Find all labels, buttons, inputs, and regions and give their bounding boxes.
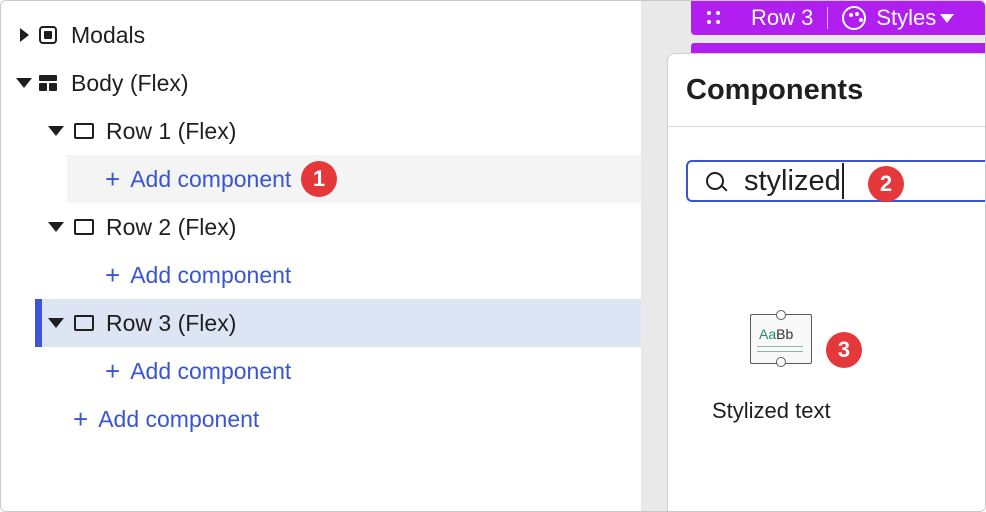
caret-down-icon[interactable] — [48, 318, 64, 328]
modal-icon — [39, 26, 57, 44]
add-component-row-1[interactable]: + Add component — [67, 155, 641, 203]
plus-icon: + — [105, 164, 121, 194]
add-component-label: Add component — [130, 261, 292, 288]
component-tree: Modals Body (Flex) Row 1 (Flex) + Add co… — [1, 1, 641, 511]
text-line — [757, 351, 803, 352]
app-window: Modals Body (Flex) Row 1 (Flex) + Add co… — [0, 0, 986, 512]
tile-icon-text: AaBb — [759, 326, 794, 342]
caret-down-icon[interactable] — [48, 222, 64, 232]
selection-indicator — [35, 299, 42, 347]
plus-icon: + — [73, 404, 89, 434]
search-icon — [706, 172, 724, 190]
add-component-row-3[interactable]: + Add component — [1, 347, 641, 395]
add-component-link[interactable]: + Add component — [73, 406, 259, 433]
selected-row-outline — [691, 43, 985, 53]
tree-item-label: Modals — [71, 21, 146, 48]
panel-title: Components — [686, 74, 864, 106]
container-icon — [74, 315, 94, 331]
add-component-label: Add component — [130, 357, 292, 384]
caret-down-icon[interactable] — [940, 13, 955, 23]
caret-down-icon[interactable] — [16, 78, 32, 88]
tree-item-modals[interactable]: Modals — [1, 11, 641, 59]
step-badge: 3 — [826, 332, 862, 368]
tree-item-body[interactable]: Body (Flex) — [1, 59, 641, 107]
tree-item-label: Row 2 (Flex) — [106, 213, 237, 240]
tree-item-label: Row 3 (Flex) — [106, 309, 237, 336]
components-panel: Components stylized 2 AaBb Stylized text… — [667, 53, 985, 511]
resize-knob — [776, 357, 786, 367]
palette-icon[interactable] — [842, 6, 867, 30]
toolbar-row-label[interactable]: Row 3 — [751, 5, 813, 31]
add-component-label: Add component — [130, 165, 292, 192]
add-component-body[interactable]: + Add component — [1, 395, 641, 443]
add-component-row-2[interactable]: + Add component — [1, 251, 641, 299]
add-component-link[interactable]: + Add component — [105, 358, 291, 385]
tree-item-label: Body (Flex) — [71, 69, 189, 96]
container-icon — [74, 219, 94, 235]
plus-icon: + — [105, 260, 121, 290]
element-toolbar: Row 3 Styles — [691, 1, 985, 35]
tree-item-row-2[interactable]: Row 2 (Flex) — [1, 203, 641, 251]
layout-icon — [39, 75, 57, 91]
resize-knob — [776, 310, 786, 320]
step-badge: 1 — [301, 161, 337, 197]
tree-item-label: Row 1 (Flex) — [106, 117, 237, 144]
text-line — [757, 346, 803, 347]
styles-button[interactable]: Styles — [876, 5, 936, 31]
add-component-link[interactable]: + Add component — [105, 262, 291, 289]
tree-item-row-1[interactable]: Row 1 (Flex) — [1, 107, 641, 155]
caret-down-icon[interactable] — [48, 126, 64, 136]
search-value[interactable]: stylized — [744, 163, 844, 199]
caret-right-icon[interactable] — [20, 28, 29, 42]
toolbar-divider — [827, 7, 829, 29]
container-icon — [74, 123, 94, 139]
drag-handle-icon[interactable] — [707, 11, 721, 25]
add-component-label: Add component — [98, 405, 260, 432]
plus-icon: + — [105, 356, 121, 386]
component-search-input[interactable]: stylized — [686, 160, 985, 202]
stylized-text-icon: AaBb — [750, 310, 812, 367]
divider — [668, 126, 985, 127]
component-tile-label: Stylized text — [712, 398, 831, 423]
tree-item-row-3[interactable]: Row 3 (Flex) — [35, 299, 641, 347]
add-component-link[interactable]: + Add component — [105, 166, 291, 193]
step-badge: 2 — [868, 166, 904, 202]
